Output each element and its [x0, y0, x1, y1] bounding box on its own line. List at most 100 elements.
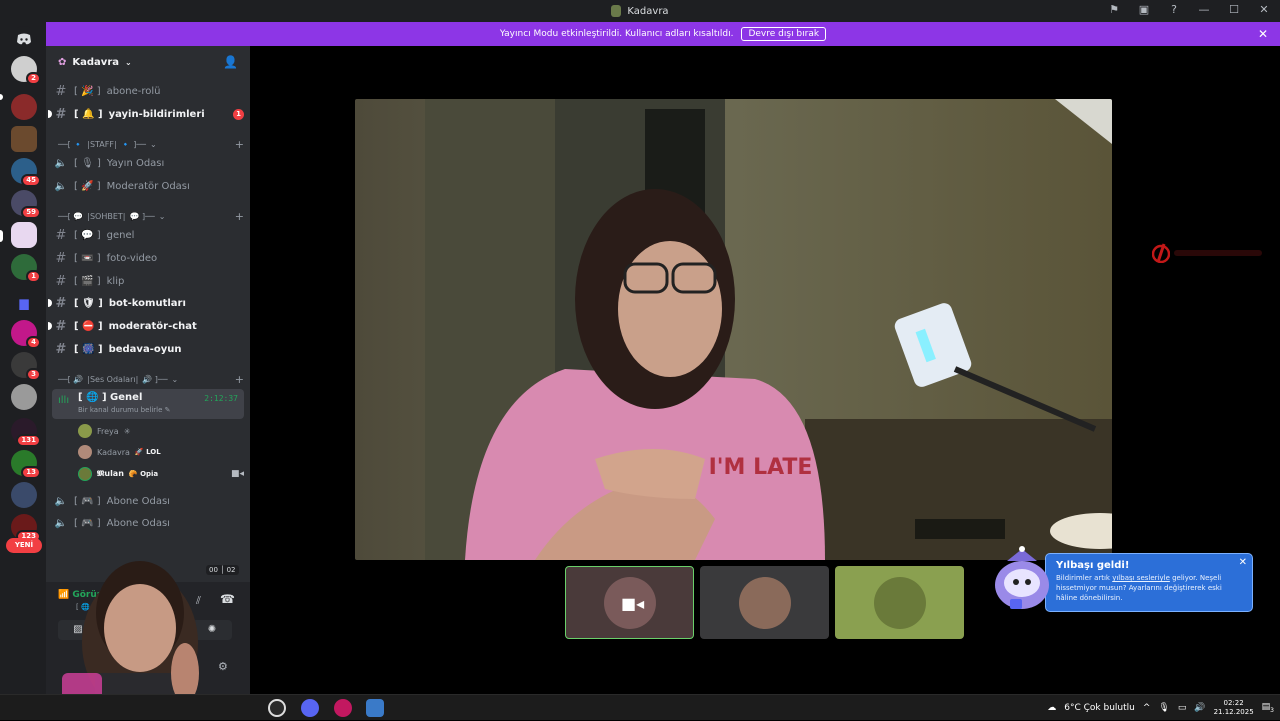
channel-bot-komutlari[interactable]: # [ 🛡 ] bot-komutları: [48, 293, 244, 313]
category-label: |SOHBET|: [87, 211, 126, 221]
speaker-icon: 🔈: [54, 180, 68, 192]
avatar: [78, 424, 92, 438]
server-3[interactable]: [11, 126, 37, 152]
app-icon[interactable]: [366, 699, 384, 717]
server-7[interactable]: 4: [11, 320, 41, 349]
channel-bedava-oyun[interactable]: # [ 🎆 ] bedava-oyun: [54, 339, 244, 359]
channel-emoji: [ 🎉 ]: [74, 85, 101, 97]
voice-member[interactable]: Freya ✳: [78, 422, 244, 440]
participant-tile-camera[interactable]: ■◂: [565, 566, 694, 639]
channel-label: abone-rolü: [106, 85, 161, 97]
voice-channel-abone-odasi-2[interactable]: 🔈 [ 🎮 ] Abone Odası: [54, 513, 244, 533]
channel-emoji: [ 📼 ]: [74, 252, 101, 264]
close-icon[interactable]: ✕: [1239, 557, 1247, 568]
channel-klip[interactable]: # [ 🎬 ] klip: [54, 271, 244, 291]
add-channel-icon[interactable]: +: [235, 373, 244, 386]
voice-channel-yayin-odasi[interactable]: 🔈 [ 🎙 ] Yayın Odası: [54, 153, 244, 173]
microphone-icon[interactable]: 🎙: [1158, 703, 1169, 713]
media-app[interactable]: [334, 699, 352, 717]
voice-member[interactable]: Kadavra 🚀 LOL: [78, 443, 244, 461]
taskbar: ☁ 6°C Çok bulutlu ^ 🎙 ▭ 🔊 02:22 21.12.202…: [0, 694, 1280, 720]
channel-yayin-bildirimleri[interactable]: # [ 🔔 ] yayin-bildirimleri 1: [48, 104, 244, 124]
member-tag: 🥐 Opia: [128, 470, 159, 478]
guild-name: Kadavra: [72, 56, 119, 68]
channel-emoji: [ 🎮 ]: [74, 517, 101, 529]
participant-tile[interactable]: [835, 566, 964, 639]
avatar: [873, 576, 926, 629]
channel-status[interactable]: Bir kanal durumu belirle ✎: [78, 406, 171, 414]
server-12[interactable]: [11, 482, 37, 508]
disable-streamer-mode-button[interactable]: Devre dışı bırak: [741, 27, 827, 41]
server-6[interactable]: 1: [11, 254, 41, 283]
chevron-down-icon: ⌄: [125, 57, 132, 67]
guild-header[interactable]: ✿ Kadavra ⌄ 👤: [46, 46, 250, 78]
channel-moderator-chat[interactable]: # [ ⛔ ] moderatör-chat: [48, 316, 244, 336]
server-4[interactable]: 45: [11, 158, 41, 187]
channel-emoji: [ 🎙 ]: [74, 157, 101, 169]
channel-label: genel: [106, 229, 135, 241]
discord-app[interactable]: [301, 699, 319, 717]
discord-home-button[interactable]: [11, 26, 37, 52]
hash-icon: #: [55, 250, 67, 266]
server-11[interactable]: 13: [11, 450, 41, 479]
notice-card: Yılbaşı geldi! Bildirimler artık yılbaşı…: [1045, 553, 1253, 612]
hash-icon: #: [55, 106, 67, 122]
server-1[interactable]: 2: [11, 56, 41, 85]
server-2[interactable]: [11, 94, 37, 120]
screen-icon[interactable]: ▣: [1136, 3, 1152, 16]
channel-emoji: [ 🚀 ]: [74, 180, 101, 192]
channel-label: yayin-bildirimleri: [108, 108, 205, 120]
channel-foto-video[interactable]: # [ 📼 ] foto-video: [54, 248, 244, 268]
voice-member[interactable]: 𝕸ulan 🥐 Opia ■◂: [78, 465, 244, 483]
weather-icon[interactable]: ☁: [1047, 703, 1056, 713]
avatar: [78, 445, 92, 459]
channel-label: bedava-oyun: [108, 343, 182, 355]
category-label: |Ses Odaları|: [87, 374, 139, 384]
server-5[interactable]: 59: [11, 190, 41, 219]
channel-emoji: [ 🎮 ]: [74, 495, 101, 507]
maximize-button[interactable]: ☐: [1226, 3, 1242, 16]
notice-link[interactable]: yılbaşı sesleriyle: [1112, 574, 1170, 582]
category-sohbet[interactable]: ──[ 💬 |SOHBET| 💬 ]── ⌄ +: [58, 208, 244, 224]
close-button[interactable]: ✕: [1256, 3, 1272, 16]
folder-icon[interactable]: ▆: [11, 290, 37, 316]
category-ses-odalari[interactable]: ──[ 🔊 |Ses Odaları| 🔊 ]── ⌄ +: [58, 371, 244, 387]
add-channel-icon[interactable]: +: [235, 138, 244, 151]
invite-icon[interactable]: 👤: [223, 55, 238, 69]
minimize-button[interactable]: —: [1196, 3, 1212, 16]
hash-icon: #: [55, 227, 67, 243]
voice-timer: 2:12:37: [204, 394, 238, 403]
channel-label: Abone Odası: [106, 495, 170, 507]
volume-icon[interactable]: 🔊: [1194, 703, 1205, 713]
notice-body: Bildirimler artık yılbaşı sesleriyle gel…: [1056, 574, 1222, 602]
unread-indicator: [48, 110, 52, 118]
voice-channel-genel[interactable]: ıllı [ 🌐 ] Genel Bir kanal durumu belirl…: [52, 389, 244, 419]
obs-app[interactable]: [268, 699, 286, 717]
server-10[interactable]: 131: [11, 418, 41, 447]
server-kadavra[interactable]: [11, 222, 37, 248]
voice-channel-moderator-odasi[interactable]: 🔈 [ 🚀 ] Moderatör Odası: [54, 176, 244, 196]
server-9[interactable]: [11, 384, 37, 410]
category-staff[interactable]: ──[ 🔹 |STAFF| 🔹 ]── ⌄ +: [58, 136, 244, 152]
channel-emoji: [ 🛡 ]: [74, 297, 103, 309]
participant-tile[interactable]: [700, 566, 829, 639]
weather-text[interactable]: 6°C Çok bulutlu: [1064, 703, 1135, 713]
server-8[interactable]: 3: [11, 352, 41, 381]
tray-chevron-icon[interactable]: ^: [1143, 703, 1151, 713]
voice-channel-abone-odasi[interactable]: 🔈 [ 🎮 ] Abone Odası: [54, 491, 244, 511]
channel-genel[interactable]: # [ 💬 ] genel: [54, 225, 244, 245]
add-channel-icon[interactable]: +: [235, 210, 244, 223]
main-video-stream[interactable]: Y I'M LATE: [355, 99, 1112, 560]
help-icon[interactable]: ?: [1166, 3, 1182, 16]
network-icon[interactable]: ▭: [1178, 703, 1187, 713]
notifications-icon[interactable]: ▤3: [1262, 702, 1274, 714]
voice-channel-label: [ 🌐 ] Genel: [78, 392, 143, 403]
close-icon[interactable]: ✕: [1258, 27, 1268, 41]
holiday-notice: Yılbaşı geldi! Bildirimler artık yılbaşı…: [992, 545, 1253, 612]
clock[interactable]: 02:22 21.12.2025: [1214, 699, 1254, 717]
inbox-icon[interactable]: ⚑: [1106, 3, 1122, 16]
member-tag: 🚀 LOL: [134, 448, 161, 456]
avatar: [78, 467, 92, 481]
channel-abone-rolu[interactable]: # [ 🎉 ] abone-rolü: [54, 81, 244, 101]
unread-indicator: [48, 322, 52, 330]
